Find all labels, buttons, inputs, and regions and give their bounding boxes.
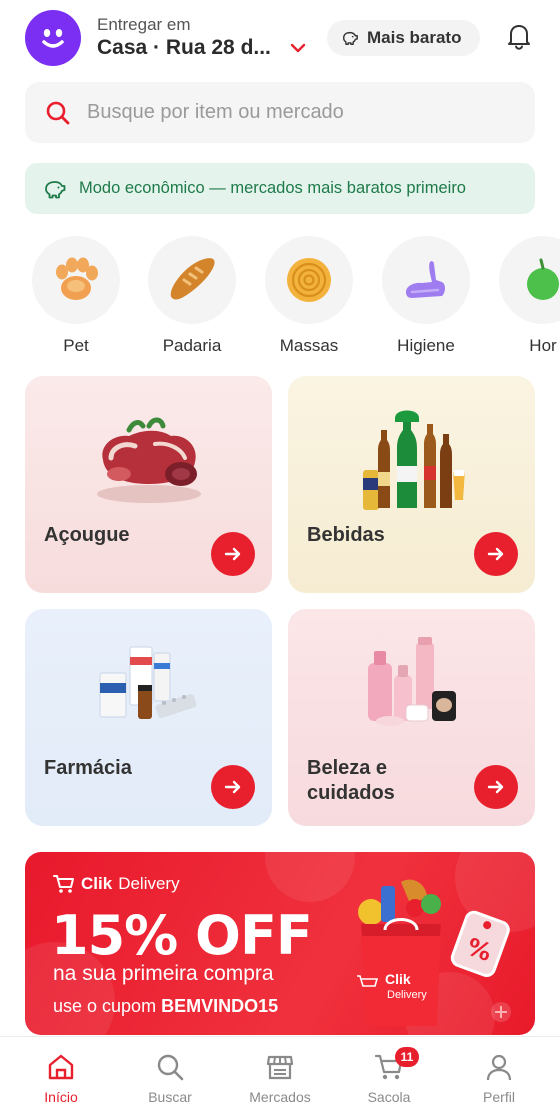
- category-carousel[interactable]: Pet Padaria Massas Higiene Hor: [0, 236, 560, 356]
- arrow-right-button[interactable]: [474, 765, 518, 809]
- arrow-right-button[interactable]: [211, 532, 255, 576]
- category-horti[interactable]: Hor: [498, 236, 560, 356]
- promo-coupon-prefix: use o cupom: [53, 996, 157, 1016]
- cart-icon: [53, 875, 74, 893]
- piggy-bank-icon: [45, 180, 66, 198]
- nav-sacola[interactable]: 11 Sacola: [339, 1047, 439, 1105]
- meat-illustration: [96, 417, 201, 503]
- promo-brand: Clik Delivery: [53, 874, 180, 894]
- arrow-right-button[interactable]: [474, 532, 518, 576]
- pharmacy-illustration: [99, 646, 196, 719]
- nav-buscar[interactable]: Buscar: [120, 1051, 220, 1105]
- cheapest-label: Mais barato: [367, 28, 462, 47]
- category-label: Pet: [63, 336, 89, 355]
- nav-mercados[interactable]: Mercados: [230, 1051, 330, 1105]
- category-label: Higiene: [397, 336, 455, 355]
- vegetable-icon: [527, 258, 559, 300]
- shopping-bag-illustration: Clik Delivery %: [357, 879, 511, 1026]
- user-icon: [486, 1054, 512, 1081]
- nav-inicio[interactable]: Início: [11, 1051, 111, 1105]
- bag-brand-2: Delivery: [387, 989, 427, 1001]
- promo-coupon: use o cupom BEMVINDO15: [53, 996, 278, 1017]
- category-pet[interactable]: Pet: [31, 236, 121, 356]
- search-input[interactable]: [87, 101, 507, 124]
- piggy-bank-icon: [342, 31, 358, 46]
- arrow-right-button[interactable]: [211, 765, 255, 809]
- category-label: Massas: [279, 336, 339, 355]
- tile-title: Bebidas: [307, 524, 385, 546]
- category-higiene[interactable]: Higiene: [381, 236, 471, 356]
- search-icon: [157, 1054, 184, 1081]
- nav-label: Início: [44, 1089, 78, 1105]
- tile-title: Açougue: [44, 524, 130, 546]
- promo-brand-suffix: Delivery: [118, 874, 180, 893]
- category-padaria[interactable]: Padaria: [147, 236, 237, 356]
- smiley-icon: [42, 29, 64, 48]
- drinks-illustration: [362, 410, 465, 510]
- category-label: Padaria: [162, 336, 222, 355]
- tile-farmacia[interactable]: Farmácia: [25, 609, 272, 826]
- nav-label: Perfil: [483, 1089, 515, 1105]
- tile-title-line: cuidados: [307, 782, 395, 804]
- bell-icon[interactable]: [506, 22, 532, 50]
- tile-acougue[interactable]: Açougue: [25, 376, 272, 593]
- arrow-right-icon: [487, 780, 504, 794]
- bag-brand: Clik: [385, 971, 411, 987]
- header: Entregar em Casa · Rua 28 d... Mais bara…: [0, 0, 560, 78]
- delivery-address[interactable]: Casa · Rua 28 d...: [97, 36, 271, 60]
- pasta-icon: [287, 258, 331, 302]
- bottom-navigation: Início Buscar Mercados 11 Sacola Perfil: [0, 1036, 560, 1120]
- tile-bebidas[interactable]: Bebidas: [288, 376, 535, 593]
- deliver-label: Entregar em: [97, 15, 191, 34]
- avatar[interactable]: [25, 10, 81, 66]
- cheapest-button[interactable]: Mais barato: [327, 20, 480, 56]
- arrow-right-icon: [224, 780, 241, 794]
- home-icon: [48, 1054, 74, 1080]
- promo-banner[interactable]: Clik Delivery 15% OFF na sua primeira co…: [25, 852, 535, 1035]
- bread-icon: [170, 258, 215, 300]
- arrow-right-icon: [487, 547, 504, 561]
- promo-coupon-code: BEMVINDO15: [161, 996, 279, 1016]
- promo-subline: na sua primeira compra: [53, 962, 274, 985]
- category-label: Hor: [529, 336, 557, 355]
- tile-title: Farmácia: [44, 757, 132, 779]
- nav-label: Buscar: [148, 1089, 192, 1105]
- search-icon: [46, 101, 70, 124]
- category-massas[interactable]: Massas: [264, 236, 354, 356]
- glove-icon: [406, 261, 445, 298]
- tile-title-line: Beleza e: [307, 757, 388, 779]
- nav-label: Sacola: [367, 1089, 411, 1105]
- store-icon: [266, 1055, 294, 1080]
- nav-label: Mercados: [249, 1089, 311, 1105]
- beauty-illustration: [367, 637, 456, 726]
- eco-mode-text: Modo econômico — mercados mais baratos p…: [79, 179, 466, 197]
- eco-mode-banner[interactable]: Modo econômico — mercados mais baratos p…: [25, 163, 535, 214]
- tile-beleza[interactable]: Beleza e cuidados: [288, 609, 535, 826]
- promo-brand-name: Clik: [81, 874, 113, 893]
- search-bar[interactable]: [25, 82, 535, 143]
- tile-title: Beleza e cuidados: [307, 756, 395, 806]
- chevron-down-icon[interactable]: [290, 42, 306, 54]
- arrow-right-icon: [224, 547, 241, 561]
- promo-headline: 15% OFF: [51, 904, 313, 967]
- paw-icon: [56, 257, 98, 300]
- cart-badge: 11: [395, 1047, 419, 1067]
- nav-perfil[interactable]: Perfil: [449, 1051, 549, 1105]
